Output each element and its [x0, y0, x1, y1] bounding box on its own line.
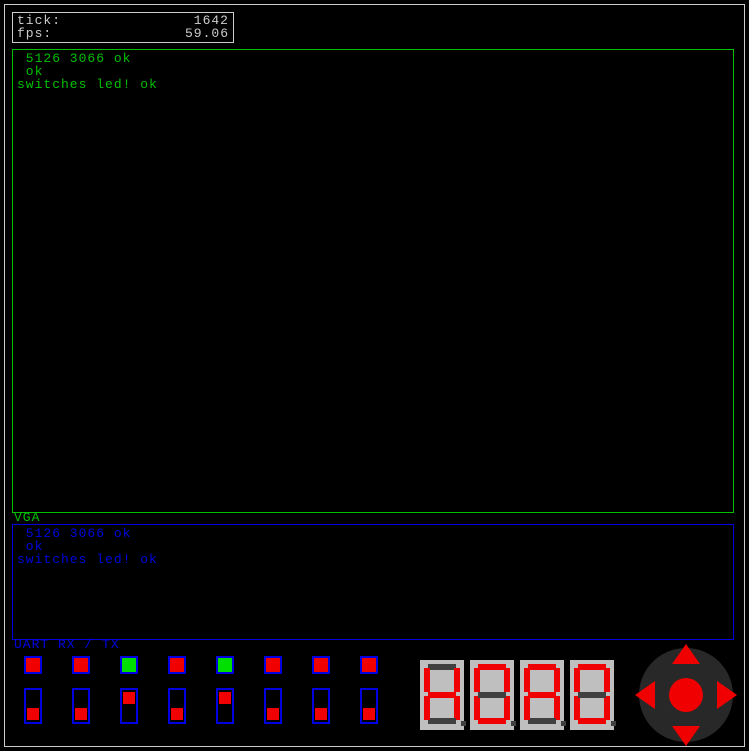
seven-seg-digit-3: [570, 660, 614, 730]
io-column-4: [216, 656, 234, 724]
switch-6[interactable]: [312, 688, 330, 724]
dpad: [639, 648, 733, 742]
switch-7[interactable]: [360, 688, 378, 724]
segment-dp: [561, 721, 566, 726]
segment-c: [454, 696, 460, 720]
vga-label: VGA: [14, 510, 40, 525]
io-column-7: [360, 656, 378, 724]
io-row: [24, 656, 378, 724]
segment-a: [428, 664, 456, 670]
segment-d: [478, 718, 506, 724]
segment-d: [528, 718, 556, 724]
io-column-0: [24, 656, 42, 724]
segment-dp: [611, 721, 616, 726]
segment-dp: [511, 721, 516, 726]
uart-panel: 5126 3066 ok ok switches led! ok: [12, 524, 734, 640]
seven-seg-digit-1: [470, 660, 514, 730]
segment-d: [428, 718, 456, 724]
switch-thumb: [267, 708, 279, 720]
segment-c: [504, 696, 510, 720]
dpad-down-button[interactable]: [672, 726, 700, 746]
fps-value: 59.06: [185, 27, 229, 40]
segment-g: [578, 692, 606, 698]
segment-c: [554, 696, 560, 720]
segment-a: [528, 664, 556, 670]
segment-f: [574, 668, 580, 692]
dpad-up-button[interactable]: [672, 644, 700, 664]
segment-b: [504, 668, 510, 692]
segment-g: [428, 692, 456, 698]
segment-f: [524, 668, 530, 692]
led-7: [360, 656, 378, 674]
segment-d: [578, 718, 606, 724]
segment-a: [578, 664, 606, 670]
switch-1[interactable]: [72, 688, 90, 724]
segment-g: [528, 692, 556, 698]
led-3: [168, 656, 186, 674]
segment-g: [478, 692, 506, 698]
switch-thumb: [315, 708, 327, 720]
segment-e: [524, 696, 530, 720]
switch-thumb: [123, 692, 135, 704]
io-column-3: [168, 656, 186, 724]
io-column-5: [264, 656, 282, 724]
io-column-6: [312, 656, 330, 724]
switch-0[interactable]: [24, 688, 42, 724]
segment-b: [454, 668, 460, 692]
segment-c: [604, 696, 610, 720]
vga-output: 5126 3066 ok ok switches led! ok: [13, 50, 733, 93]
segment-f: [474, 668, 480, 692]
io-column-1: [72, 656, 90, 724]
switch-5[interactable]: [264, 688, 282, 724]
segment-b: [604, 668, 610, 692]
stats-box: tick: 1642 fps: 59.06: [12, 12, 234, 43]
seven-seg-digit-0: [420, 660, 464, 730]
switch-2[interactable]: [120, 688, 138, 724]
switch-thumb: [363, 708, 375, 720]
switch-3[interactable]: [168, 688, 186, 724]
switch-thumb: [27, 708, 39, 720]
segment-f: [424, 668, 430, 692]
io-column-2: [120, 656, 138, 724]
switch-thumb: [171, 708, 183, 720]
led-6: [312, 656, 330, 674]
led-4: [216, 656, 234, 674]
fps-label: fps:: [17, 27, 52, 40]
uart-output: 5126 3066 ok ok switches led! ok: [13, 525, 733, 568]
switch-thumb: [75, 708, 87, 720]
vga-panel: 5126 3066 ok ok switches led! ok: [12, 49, 734, 513]
switch-4[interactable]: [216, 688, 234, 724]
segment-e: [474, 696, 480, 720]
dpad-left-button[interactable]: [635, 681, 655, 709]
segment-dp: [461, 721, 466, 726]
seven-seg-display: [420, 660, 614, 730]
led-1: [72, 656, 90, 674]
segment-b: [554, 668, 560, 692]
seven-seg-digit-2: [520, 660, 564, 730]
switch-thumb: [219, 692, 231, 704]
uart-label: UART RX / TX: [14, 637, 120, 652]
led-2: [120, 656, 138, 674]
led-5: [264, 656, 282, 674]
dpad-right-button[interactable]: [717, 681, 737, 709]
led-0: [24, 656, 42, 674]
dpad-center-button[interactable]: [669, 678, 703, 712]
segment-e: [574, 696, 580, 720]
segment-e: [424, 696, 430, 720]
segment-a: [478, 664, 506, 670]
